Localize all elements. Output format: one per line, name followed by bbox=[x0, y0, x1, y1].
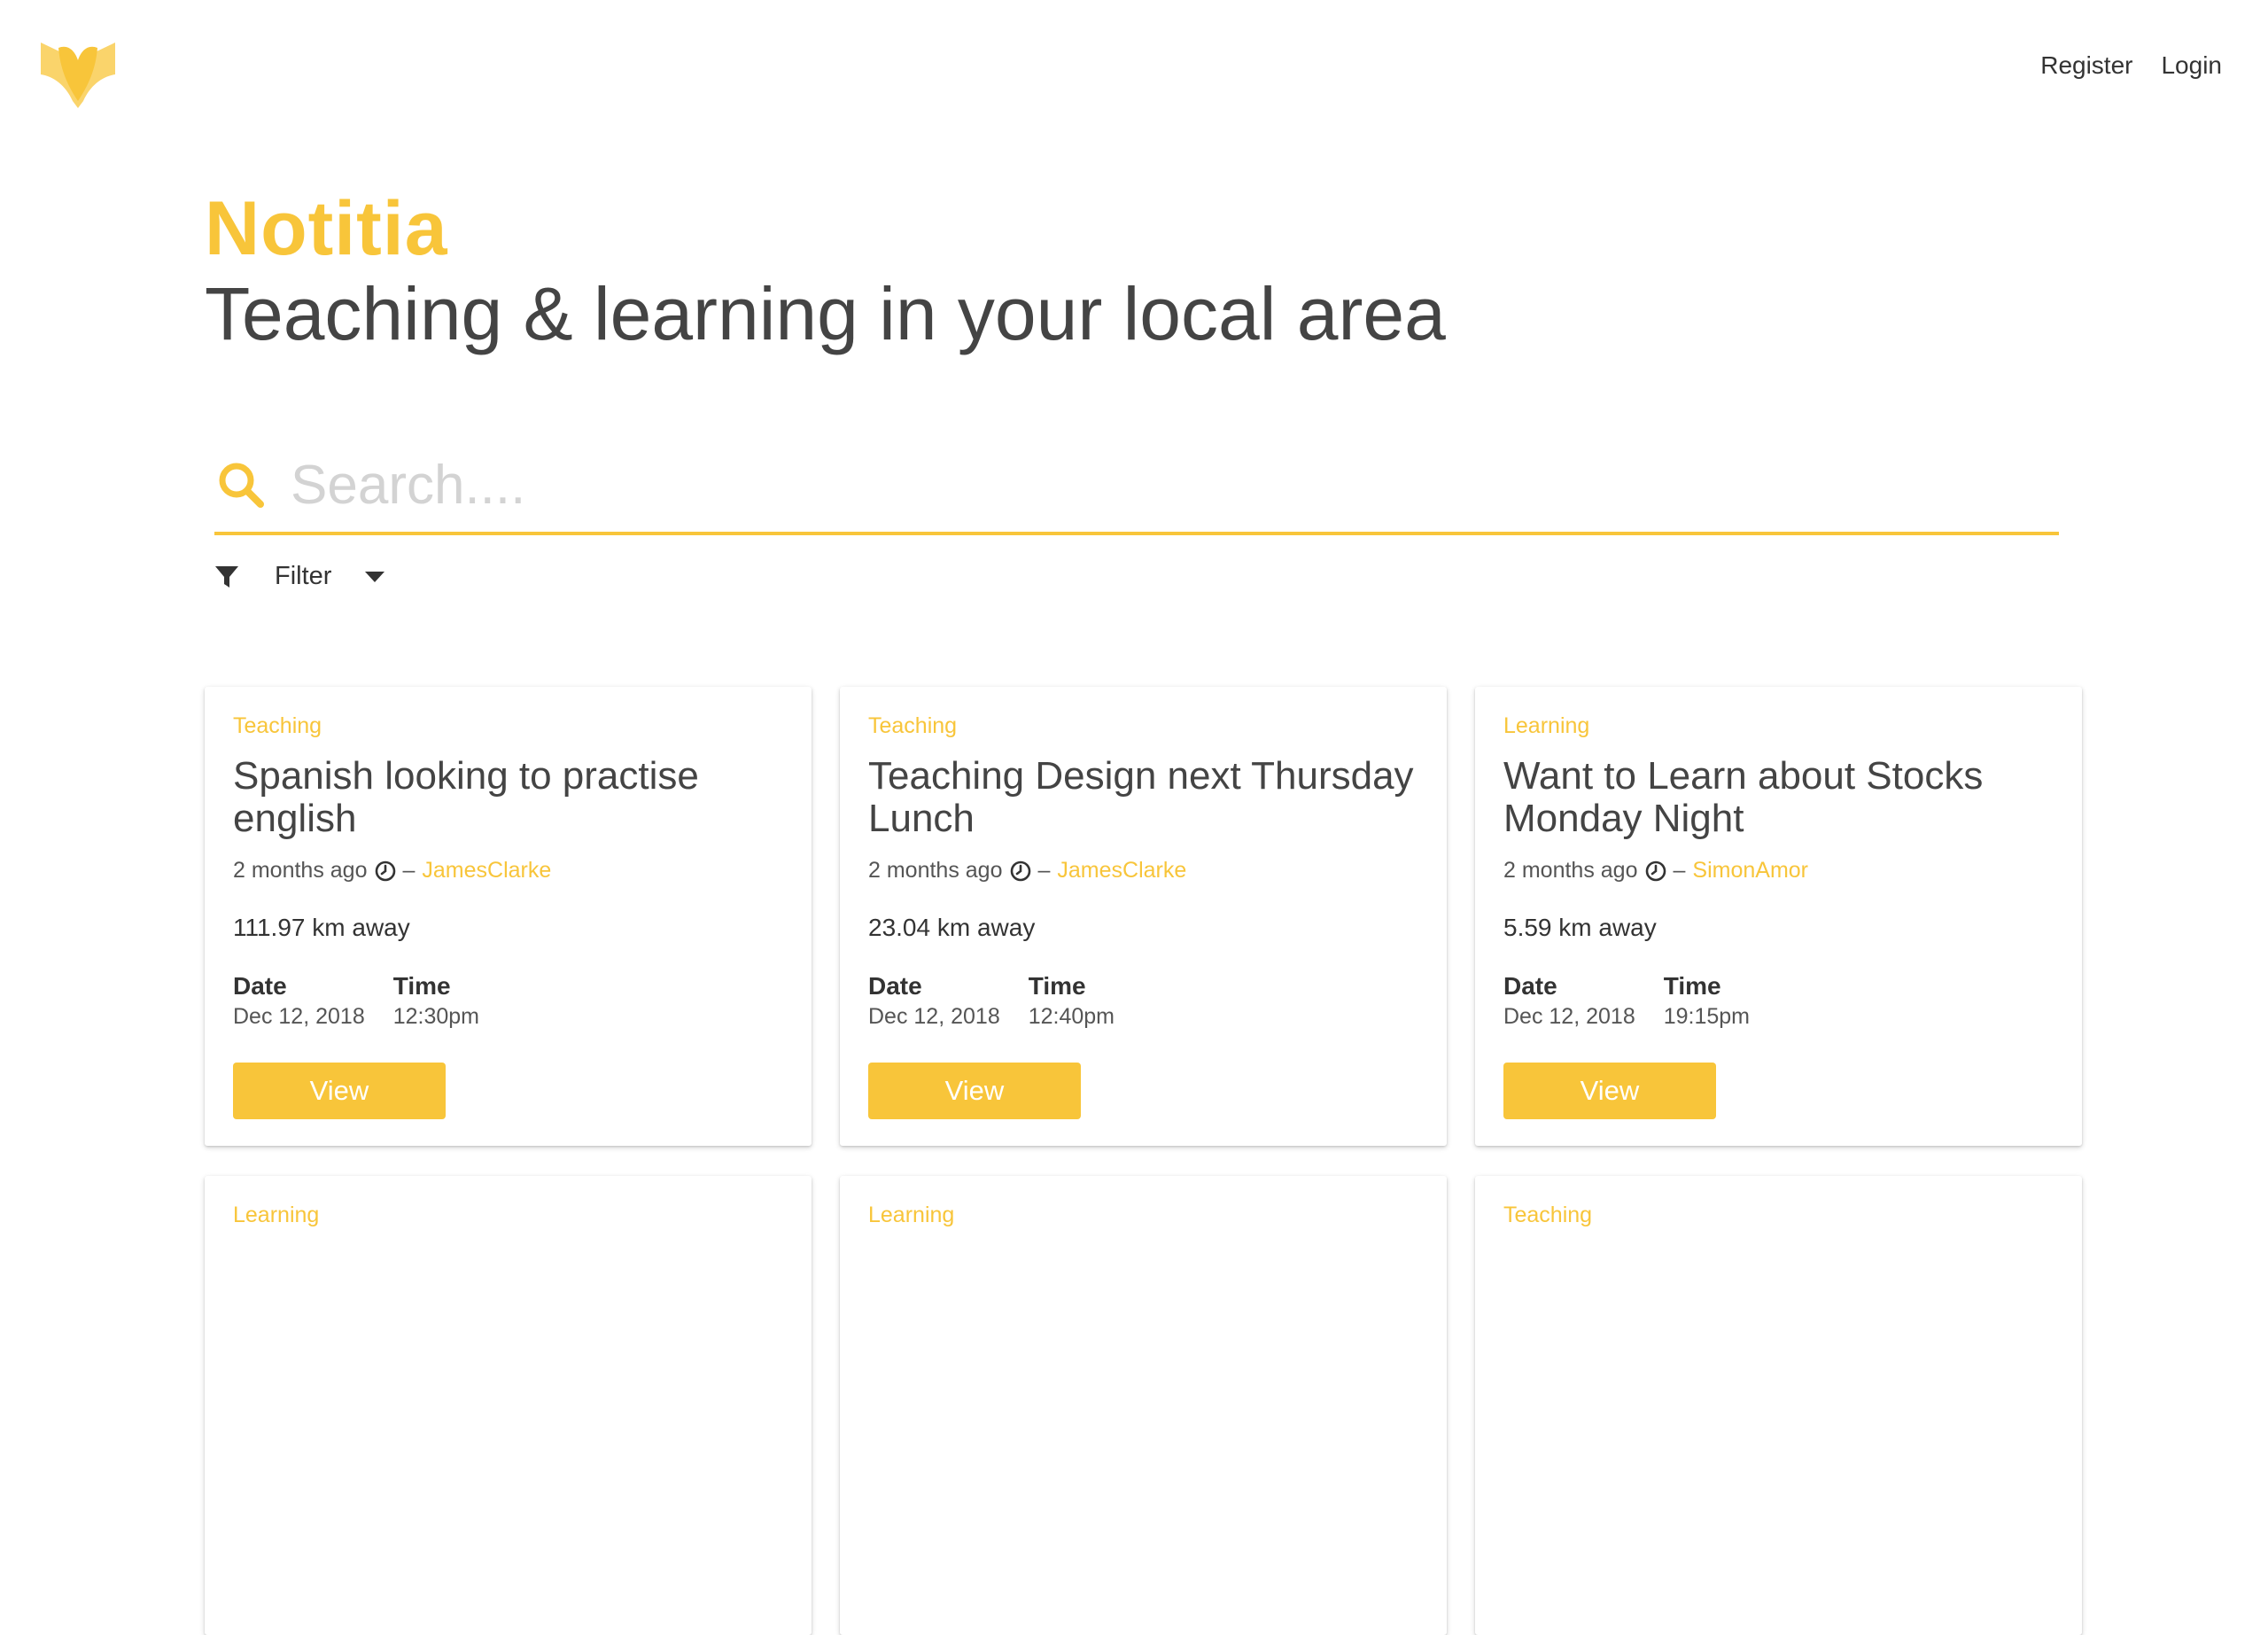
filter-label: Filter bbox=[275, 562, 332, 590]
search-bar bbox=[214, 438, 2059, 535]
card-category: Learning bbox=[233, 1203, 320, 1227]
card-title: Spanish looking to practise english bbox=[233, 754, 699, 840]
card-distance: 111.97 km away bbox=[233, 914, 410, 941]
card-meta: 2 months ago – JamesClarke bbox=[233, 858, 783, 884]
caret-down-icon bbox=[365, 571, 385, 582]
card-category: Teaching bbox=[868, 713, 958, 738]
view-button[interactable]: View bbox=[868, 1063, 1081, 1119]
search-input[interactable] bbox=[289, 452, 1976, 518]
card-category: Teaching bbox=[233, 713, 322, 738]
time-value: 12:30pm bbox=[392, 1004, 480, 1029]
post-card: Learning bbox=[205, 1176, 812, 1635]
view-button[interactable]: View bbox=[1503, 1063, 1716, 1119]
card-meta: 2 months ago – SimonAmor bbox=[1503, 858, 2054, 884]
search-icon[interactable] bbox=[216, 460, 266, 510]
clock-icon bbox=[1010, 860, 1030, 881]
card-meta: 2 months ago – JamesClarke bbox=[868, 858, 1418, 884]
card-category: Learning bbox=[1503, 713, 1590, 738]
top-nav: Register Login bbox=[2040, 51, 2222, 80]
card-category: Teaching bbox=[1503, 1203, 1593, 1227]
book-logo-icon[interactable] bbox=[39, 39, 117, 110]
post-card-grid: Teaching Spanish looking to practise eng… bbox=[205, 687, 2092, 1635]
dash-separator: – bbox=[1673, 858, 1686, 883]
post-card: Teaching Teaching Design next Thursday L… bbox=[840, 687, 1447, 1146]
hero: Notitia Teaching & learning in your loca… bbox=[205, 184, 1446, 356]
dash-separator: – bbox=[1037, 858, 1051, 883]
card-author-link[interactable]: JamesClarke bbox=[1057, 858, 1186, 884]
time-value: 12:40pm bbox=[1028, 1004, 1115, 1029]
card-distance: 5.59 km away bbox=[1503, 914, 1657, 941]
post-card: Learning Want to Learn about Stocks Mond… bbox=[1475, 687, 2082, 1146]
date-label: Date bbox=[1503, 972, 1557, 1000]
date-value: Dec 12, 2018 bbox=[868, 1004, 1000, 1029]
card-title: Teaching Design next Thursday Lunch bbox=[868, 754, 1414, 840]
clock-icon bbox=[375, 860, 395, 881]
card-category: Learning bbox=[868, 1203, 955, 1227]
card-datetime: Date Dec 12, 2018 Time 12:40pm bbox=[868, 972, 1418, 1030]
card-posted-time: 2 months ago bbox=[1503, 858, 1638, 883]
date-value: Dec 12, 2018 bbox=[1503, 1004, 1635, 1029]
login-link[interactable]: Login bbox=[2161, 51, 2222, 80]
date-label: Date bbox=[868, 972, 922, 1000]
time-label: Time bbox=[1028, 972, 1086, 1000]
time-label: Time bbox=[392, 972, 451, 1000]
tagline: Teaching & learning in your local area bbox=[205, 272, 1446, 355]
post-card: Teaching Spanish looking to practise eng… bbox=[205, 687, 812, 1146]
date-value: Dec 12, 2018 bbox=[233, 1004, 365, 1029]
dash-separator: – bbox=[402, 858, 416, 883]
card-datetime: Date Dec 12, 2018 Time 12:30pm bbox=[233, 972, 783, 1030]
brand-title: Notitia bbox=[205, 186, 448, 271]
card-posted-time: 2 months ago bbox=[868, 858, 1003, 883]
view-button[interactable]: View bbox=[233, 1063, 446, 1119]
filter-dropdown[interactable]: Filter bbox=[214, 562, 386, 591]
post-card: Teaching bbox=[1475, 1176, 2082, 1635]
clock-icon bbox=[1645, 860, 1666, 881]
post-card: Learning bbox=[840, 1176, 1447, 1635]
register-link[interactable]: Register bbox=[2040, 51, 2132, 80]
time-label: Time bbox=[1663, 972, 1721, 1000]
time-value: 19:15pm bbox=[1663, 1004, 1751, 1029]
card-posted-time: 2 months ago bbox=[233, 858, 368, 883]
funnel-icon bbox=[215, 565, 238, 588]
card-distance: 23.04 km away bbox=[868, 914, 1036, 941]
card-author-link[interactable]: SimonAmor bbox=[1692, 858, 1808, 884]
card-datetime: Date Dec 12, 2018 Time 19:15pm bbox=[1503, 972, 2054, 1030]
card-title: Want to Learn about Stocks Monday Night bbox=[1503, 754, 1984, 840]
date-label: Date bbox=[233, 972, 287, 1000]
card-author-link[interactable]: JamesClarke bbox=[422, 858, 551, 884]
